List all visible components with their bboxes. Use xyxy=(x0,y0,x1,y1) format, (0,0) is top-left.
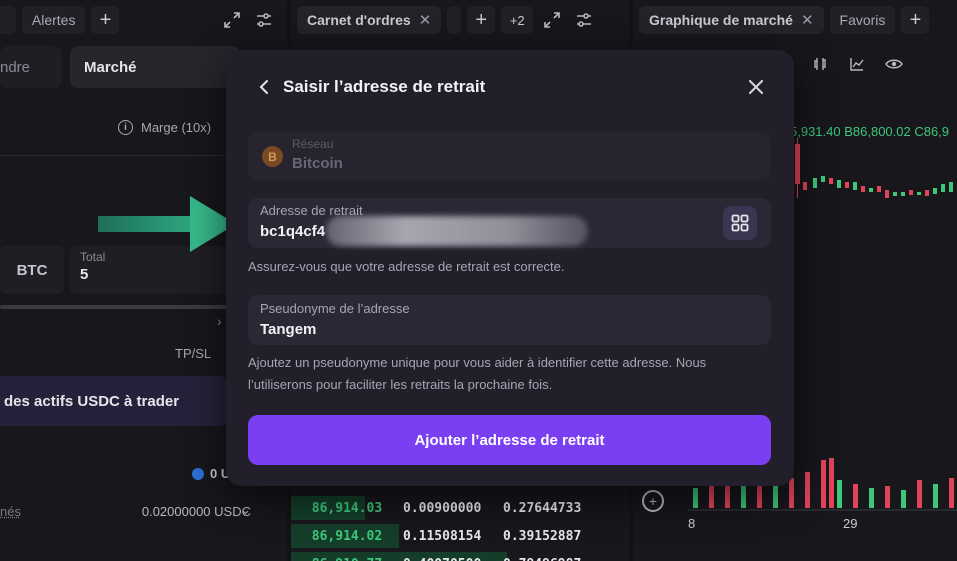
tab-partial[interactable] xyxy=(0,6,16,34)
bitcoin-icon: B xyxy=(262,146,283,167)
modal-header: Saisir l’adresse de retrait xyxy=(226,50,794,126)
chart-tabbar: Graphique de marché ✕ Favoris + xyxy=(633,0,957,40)
orderbook-price: 86,910.77 xyxy=(291,557,403,561)
modal-title: Saisir l’adresse de retrait xyxy=(283,77,486,96)
tab-orderbook[interactable]: Carnet d'ordres ✕ xyxy=(297,6,442,34)
order-type-market-label: Marché xyxy=(84,58,137,76)
promo-banner[interactable]: des actifs USDC à trader xyxy=(0,376,228,426)
tab-market-chart-label: Graphique de marché xyxy=(649,12,793,28)
tab-market-chart[interactable]: Graphique de marché ✕ xyxy=(639,6,824,34)
add-tab-button[interactable]: + xyxy=(901,6,930,34)
plus-icon: + xyxy=(475,8,488,31)
x-axis-label: 29 xyxy=(843,516,858,531)
close-icon[interactable]: ✕ xyxy=(801,11,814,29)
orderbook-price: 86,914.02 xyxy=(311,528,383,544)
nickname-label: Pseudonyme de l’adresse xyxy=(260,301,410,316)
orderbook-size: 0.00900000 xyxy=(403,500,482,516)
x-axis-label: 8 xyxy=(688,516,696,531)
orderbook-row[interactable]: 86,910.770.400705000.79496987 xyxy=(291,551,629,561)
app-root: Alertes + ndre Marché i Marge (10x) BTC … xyxy=(0,0,957,561)
annotation-arrow-shaft xyxy=(98,216,198,232)
qr-code-icon xyxy=(731,214,749,232)
add-withdraw-address-button[interactable]: Ajouter l’adresse de retrait xyxy=(248,415,771,465)
add-tab-button[interactable]: + xyxy=(91,6,120,34)
candles-icon[interactable] xyxy=(813,56,829,76)
plus-icon: + xyxy=(99,8,112,31)
orderbook-total: 0.79496987 xyxy=(503,557,613,561)
order-type-limit[interactable]: ndre xyxy=(0,46,62,88)
orderbook-size: 0.40070500 xyxy=(403,557,503,561)
qr-scan-button[interactable] xyxy=(723,206,757,240)
order-type-market[interactable]: Marché xyxy=(70,46,240,88)
order-type-limit-label: ndre xyxy=(0,58,31,76)
nickname-hint: Ajoutez un pseudonyme unique pour vous a… xyxy=(248,355,707,392)
address-input[interactable]: bc1q4cf4 xyxy=(260,223,325,240)
margin-label: Marge (10x) xyxy=(141,120,212,135)
asset-selector[interactable]: BTC xyxy=(0,246,64,294)
filter-icon[interactable] xyxy=(571,7,597,33)
nickname-field[interactable]: Pseudonyme de l’adresse Tangem xyxy=(248,295,771,345)
back-button[interactable] xyxy=(256,77,272,97)
fees-row[interactable]: nés 0.02000000 USDC ⌄ xyxy=(0,496,287,526)
orderbook-price: 86,914.03 xyxy=(311,500,383,516)
plus-icon: + xyxy=(909,8,922,31)
order-form-tabbar: Alertes + xyxy=(0,0,287,40)
total-field[interactable]: Total 5 xyxy=(70,246,230,294)
orderbook-row[interactable]: 86,914.03 0.00900000 0.27644733 xyxy=(291,495,629,521)
add-tab-button[interactable]: + xyxy=(467,6,496,34)
close-icon[interactable]: ✕ xyxy=(419,11,432,29)
margin-selector[interactable]: i Marge (10x) xyxy=(118,120,211,135)
close-icon xyxy=(749,80,763,94)
chart-toolbar: ⌄ xyxy=(780,56,903,76)
indicators-icon[interactable] xyxy=(849,56,865,76)
size-slider[interactable] xyxy=(0,305,228,309)
fees-label: nés xyxy=(0,503,21,519)
tab-partial-mid[interactable] xyxy=(447,6,462,34)
address-redaction xyxy=(326,216,588,246)
network-value: Bitcoin xyxy=(292,155,343,172)
address-field[interactable]: Adresse de retrait bc1q4cf4 xyxy=(248,198,771,248)
tpsl-label[interactable]: TP/SL xyxy=(175,346,211,361)
back-chevron-icon xyxy=(259,80,268,94)
orderbook-size: 0.11508154 xyxy=(403,528,482,544)
tab-count-label: +2 xyxy=(509,12,525,28)
tab-favorites[interactable]: Favoris xyxy=(829,6,896,34)
network-label: Réseau xyxy=(292,137,334,151)
orderbook-row[interactable]: 86,914.02 0.11508154 0.39152887 xyxy=(291,523,629,549)
tab-count-badge[interactable]: +2 xyxy=(501,6,534,34)
withdraw-address-modal: Saisir l’adresse de retrait B Réseau Bit… xyxy=(226,50,794,486)
zoom-in-icon[interactable]: + xyxy=(642,490,664,512)
promo-text: des actifs USDC à trader xyxy=(4,392,180,410)
network-field: B Réseau Bitcoin xyxy=(248,132,771,180)
total-label: Total xyxy=(80,250,106,264)
chevron-down-icon: ⌄ xyxy=(240,502,251,517)
asset-label: BTC xyxy=(16,261,48,279)
nickname-input[interactable]: Tangem xyxy=(260,321,316,338)
expand-icon[interactable] xyxy=(219,7,245,33)
tab-alerts[interactable]: Alertes xyxy=(21,6,86,34)
eye-icon[interactable] xyxy=(884,57,903,75)
bitcoin-glyph: B xyxy=(268,149,277,164)
chevron-right-icon[interactable]: › xyxy=(217,313,222,329)
submit-label: Ajouter l’adresse de retrait xyxy=(414,431,605,449)
usdc-icon xyxy=(192,467,204,480)
address-hint: Assurez-vous que votre adresse de retrai… xyxy=(248,259,565,274)
expand-icon[interactable] xyxy=(539,7,565,33)
tab-orderbook-label: Carnet d'ordres xyxy=(307,12,411,28)
orderbook-total: 0.39152887 xyxy=(503,528,582,544)
tab-alerts-label: Alertes xyxy=(31,12,76,28)
fees-value: 0.02000000 USDC xyxy=(141,503,251,519)
filter-icon[interactable] xyxy=(251,7,277,33)
orderbook-total: 0.27644733 xyxy=(503,500,582,516)
candles xyxy=(795,138,953,198)
usdc-balance: 0 U xyxy=(192,466,230,481)
orderbook-tabbar: Carnet d'ordres ✕ + +2 xyxy=(291,0,629,40)
tab-partial-label xyxy=(2,12,6,28)
total-value: 5 xyxy=(80,266,89,283)
close-button[interactable] xyxy=(745,76,767,98)
tab-favorites-label: Favoris xyxy=(839,12,886,28)
info-icon: i xyxy=(118,120,133,135)
